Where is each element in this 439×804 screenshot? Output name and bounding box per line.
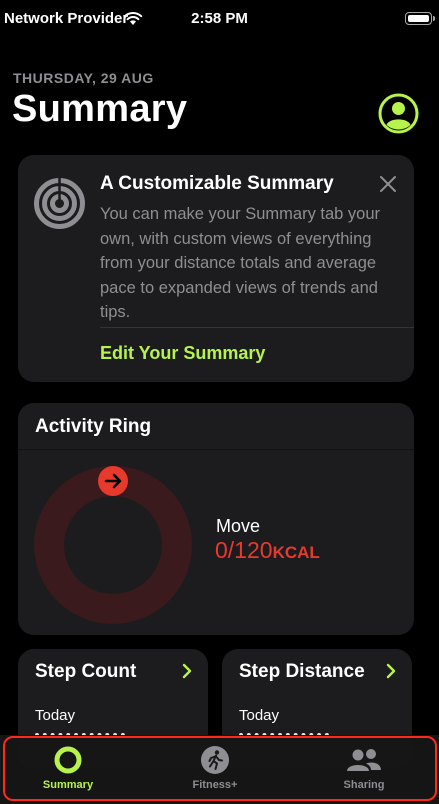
tab-sharing[interactable]: Sharing bbox=[304, 744, 424, 798]
tab-summary[interactable]: Summary bbox=[8, 744, 128, 798]
move-label: Move bbox=[216, 516, 261, 536]
close-icon[interactable] bbox=[378, 174, 398, 194]
promo-title: A Customizable Summary bbox=[100, 173, 334, 194]
tab-summary-label: Summary bbox=[42, 779, 94, 791]
step-distance-period: Today bbox=[239, 707, 280, 724]
move-value: 0/120KCAL bbox=[215, 537, 320, 564]
chevron-right-icon bbox=[386, 663, 396, 679]
activity-ring-card[interactable]: Activity Ring Move 0/120KCAL bbox=[18, 403, 414, 635]
tab-fitness-plus[interactable]: Fitness+ bbox=[155, 744, 275, 798]
activity-ring-icon bbox=[54, 746, 82, 774]
step-count-title: Step Count bbox=[35, 661, 137, 682]
move-unit: KCAL bbox=[272, 543, 320, 562]
customizable-summary-card: A Customizable Summary You can make your… bbox=[18, 155, 414, 382]
step-count-period: Today bbox=[35, 707, 76, 724]
promo-description: You can make your Summary tab your own, … bbox=[100, 205, 381, 321]
tab-sharing-label: Sharing bbox=[343, 779, 385, 791]
move-ring-track bbox=[34, 466, 192, 624]
profile-avatar-icon[interactable] bbox=[378, 93, 419, 134]
status-bar: Network Provider 2:58 PM bbox=[0, 0, 439, 40]
activity-rings-gray-icon bbox=[34, 178, 85, 229]
battery-icon bbox=[405, 12, 435, 25]
move-calories: 0/120 bbox=[215, 537, 273, 563]
clock-time: 2:58 PM bbox=[191, 10, 248, 27]
activity-ring-title: Activity Ring bbox=[35, 416, 152, 437]
promo-divider bbox=[100, 327, 414, 328]
page-title: Summary bbox=[12, 88, 188, 130]
people-icon bbox=[347, 749, 381, 771]
date-label: THURSDAY, 29 AUG bbox=[13, 70, 154, 86]
chevron-right-icon bbox=[182, 663, 192, 679]
runner-icon bbox=[201, 746, 229, 774]
tab-fitness-label: Fitness+ bbox=[192, 779, 238, 791]
edit-summary-button[interactable]: Edit Your Summary bbox=[100, 343, 265, 364]
move-ring bbox=[34, 466, 192, 624]
step-distance-title: Step Distance bbox=[239, 661, 365, 682]
card-divider bbox=[18, 449, 414, 450]
